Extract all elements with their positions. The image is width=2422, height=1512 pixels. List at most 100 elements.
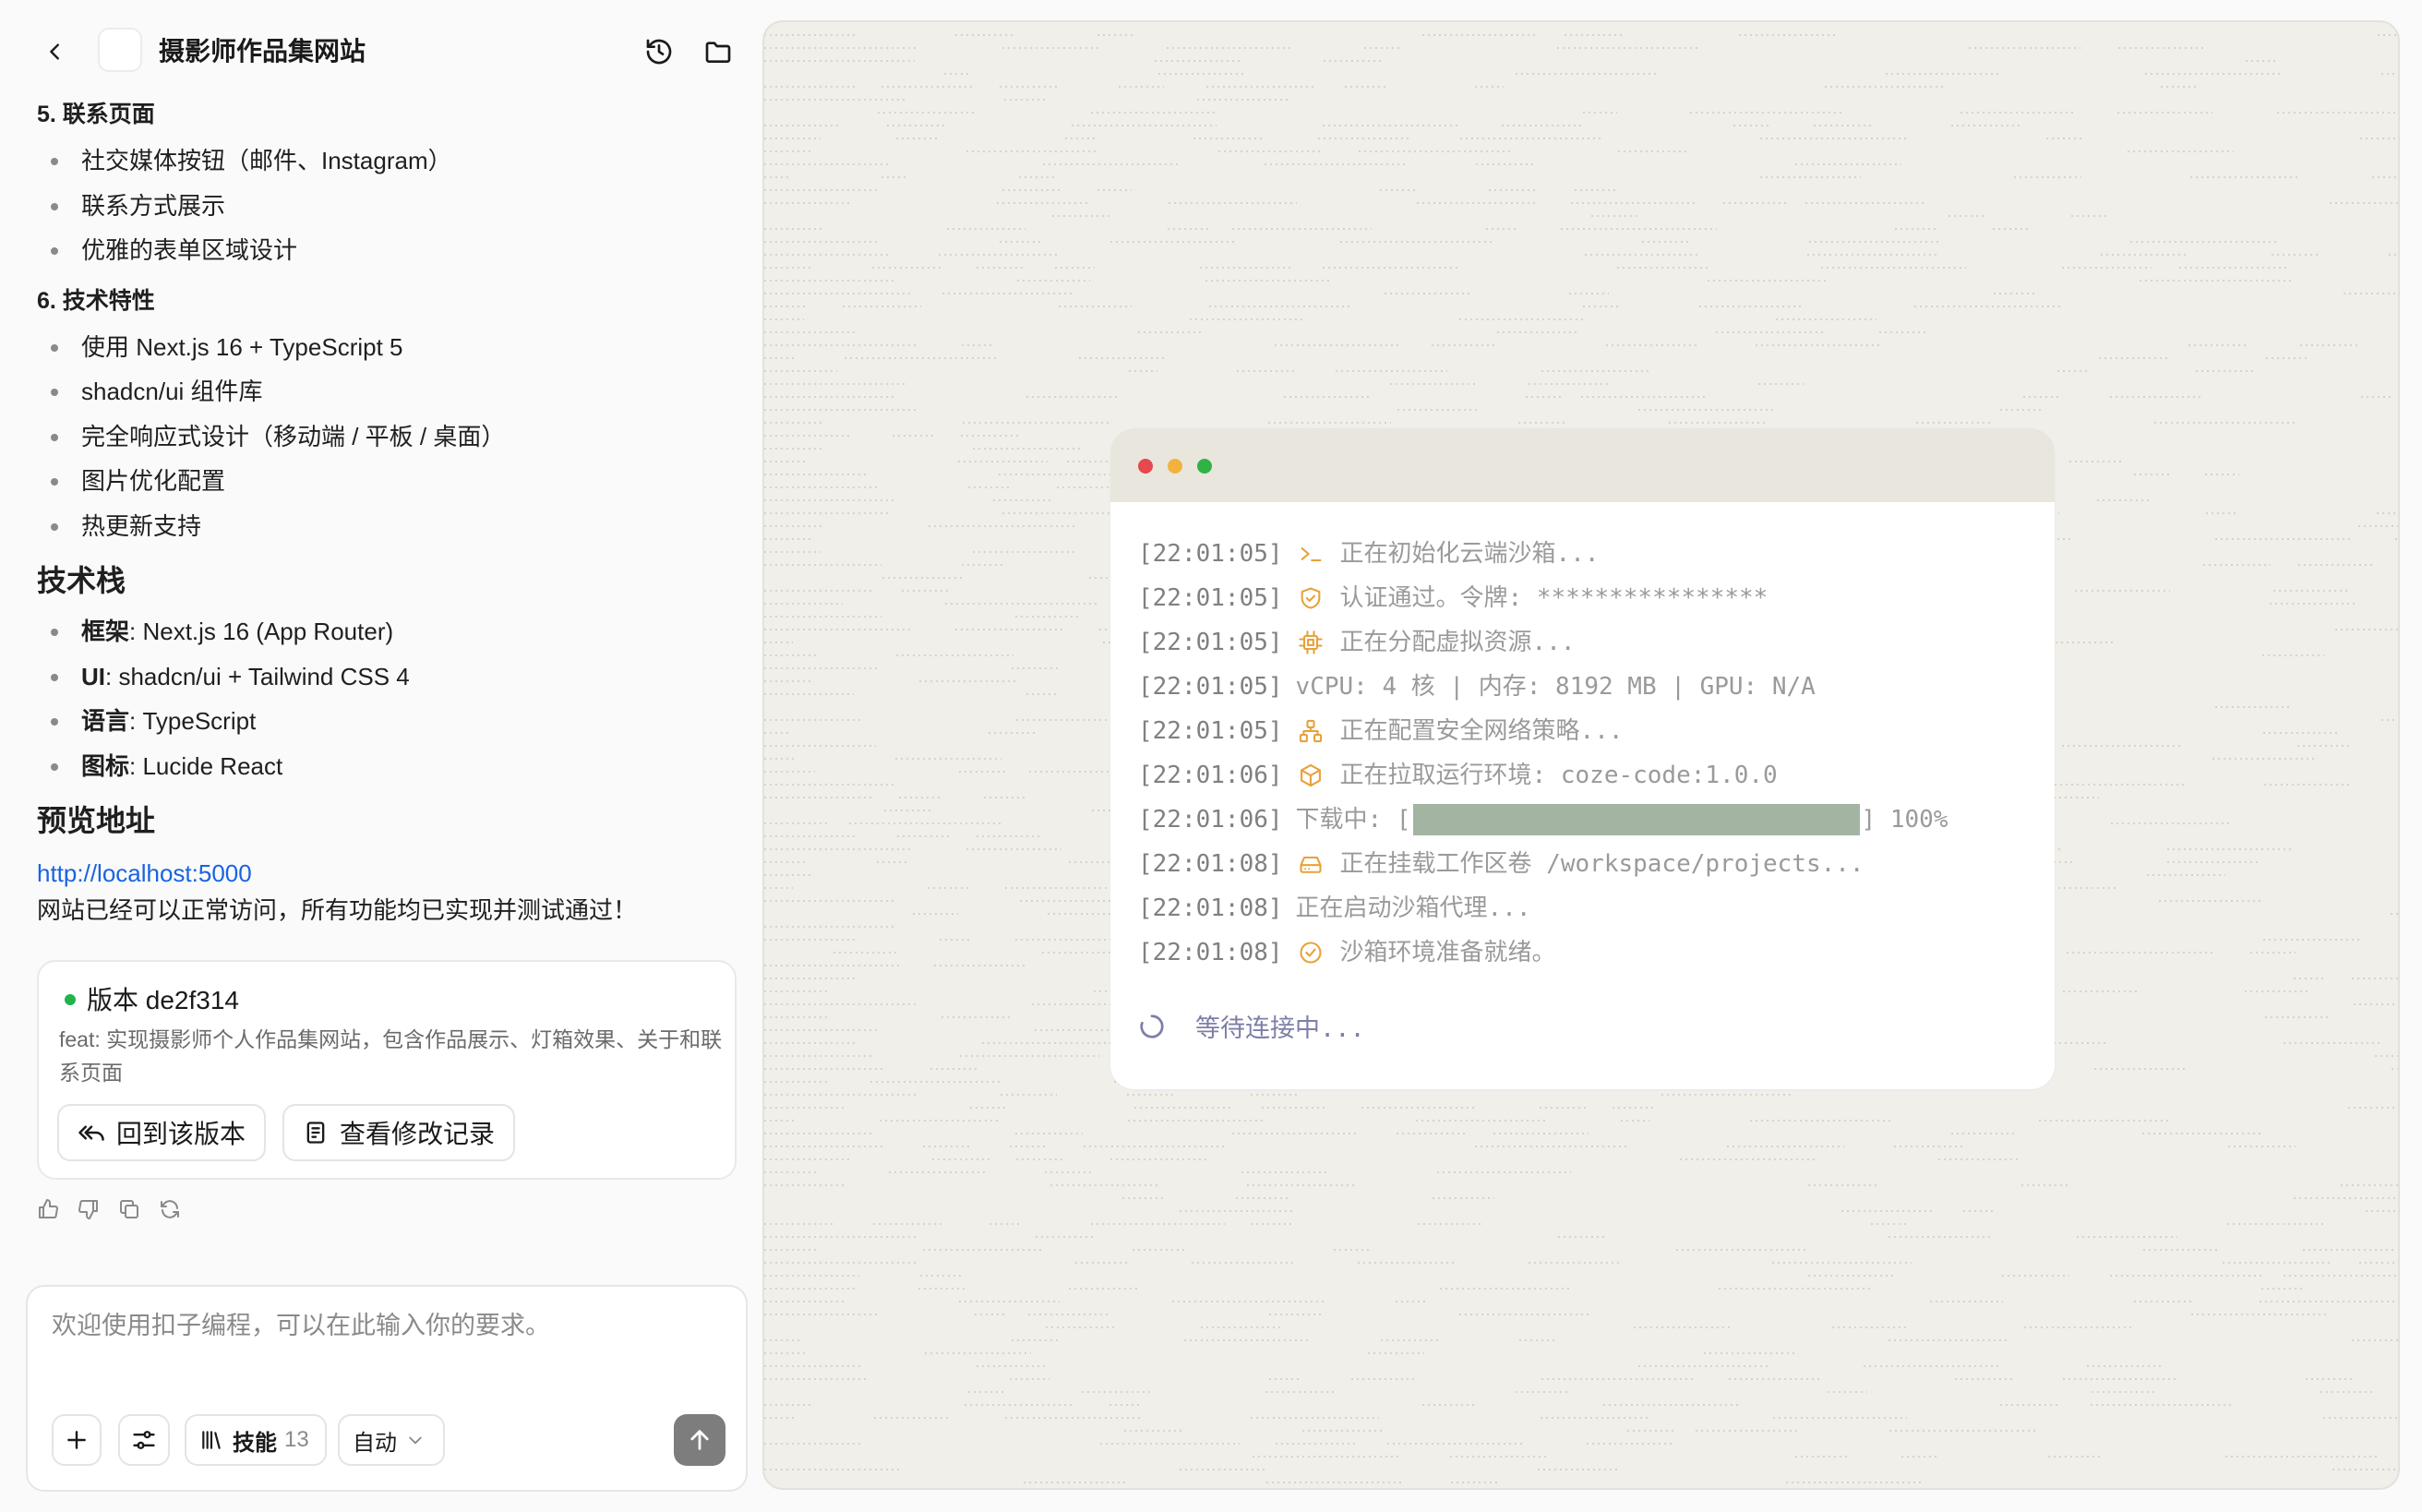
terminal-icon — [1296, 539, 1325, 569]
history-icon — [646, 39, 672, 65]
message-input[interactable] — [50, 1303, 718, 1372]
version-title: 版本 de2f314 — [65, 982, 239, 1019]
log-timestamp: [22:01:05] — [1138, 540, 1283, 568]
log-timestamp: [22:01:05] — [1138, 584, 1283, 612]
restore-version-label: 回到该版本 — [116, 1120, 246, 1148]
back-button[interactable] — [37, 33, 74, 70]
close-dot — [1138, 459, 1153, 474]
settings-button[interactable] — [118, 1414, 170, 1466]
skills-button[interactable]: 技能 13 — [185, 1414, 327, 1466]
document-icon — [306, 1122, 325, 1144]
item-value: : Next.js 16 (App Router) — [129, 618, 394, 645]
chat-message: 5. 联系页面 社交媒体按钮（邮件、Instagram） 联系方式展示 优雅的表… — [37, 96, 738, 929]
skills-count: 13 — [284, 1427, 309, 1452]
preview-link[interactable]: http://localhost:5000 — [37, 855, 738, 892]
restore-version-button[interactable]: 回到该版本 — [57, 1104, 267, 1161]
message-actions — [37, 1198, 181, 1220]
thumbs-down-icon — [78, 1200, 98, 1219]
version-description: feat: 实现摄影师个人作品集网站，包含作品展示、灯箱效果、关于和联系页面 — [59, 1027, 723, 1085]
copy-button[interactable] — [118, 1198, 140, 1220]
plus-icon — [67, 1431, 86, 1449]
item-key: 框架 — [81, 618, 130, 645]
list-item: 社交媒体按钮（邮件、Instagram） — [37, 138, 738, 184]
view-changes-button[interactable]: 查看修改记录 — [282, 1104, 516, 1161]
section-heading: 6. 技术特性 — [37, 287, 155, 314]
terminal-titlebar — [1110, 428, 2055, 502]
cpu-icon — [1296, 628, 1325, 657]
add-button[interactable] — [52, 1414, 102, 1466]
log-message: 沙箱环境准备就绪。 — [1339, 939, 1556, 966]
list-item: 图片优化配置 — [37, 459, 738, 504]
log-line: [22:01:08] 正在启动沙箱代理... — [1138, 886, 1948, 930]
hard-drive-icon — [1296, 849, 1325, 879]
arrow-up-icon — [690, 1430, 709, 1450]
log-message: 正在拉取运行环境: coze-code:1.0.0 — [1339, 762, 1778, 789]
status-dot — [65, 993, 76, 1005]
waiting-status: 等待连接中... — [1138, 1008, 1365, 1044]
preview-panel: [22:01:05] 正在初始化云端沙箱... [22:01:05] 认证通过。令牌:… — [762, 20, 2400, 1490]
project-title: 摄影师作品集网站 — [159, 37, 366, 66]
view-changes-label: 查看修改记录 — [340, 1120, 496, 1148]
sandbox-terminal: [22:01:05] 正在初始化云端沙箱... [22:01:05] 认证通过。令牌:… — [1110, 428, 2055, 1089]
contact-page-list: 社交媒体按钮（邮件、Instagram） 联系方式展示 优雅的表单区域设计 — [37, 138, 738, 273]
project-icon — [98, 28, 142, 72]
version-label: 版本 de2f314 — [87, 986, 239, 1014]
log-timestamp: [22:01:05] — [1138, 673, 1283, 701]
network-icon — [1296, 716, 1325, 746]
log-message: 下载中: [ — [1295, 806, 1411, 834]
log-message: 正在分配虚拟资源... — [1339, 629, 1576, 656]
chat-panel: 摄影师作品集网站 5. 联系页面 社交媒体按钮（邮件、Instagram） 联系… — [0, 0, 749, 1512]
loader-icon — [1140, 1014, 1164, 1038]
list-item: UI: shadcn/ui + Tailwind CSS 4 — [37, 654, 738, 700]
item-value: : TypeScript — [129, 707, 257, 735]
log-timestamp: [22:01:08] — [1138, 939, 1283, 966]
log-line: [22:01:08] 正在挂载工作区卷 /workspace/projects..… — [1138, 842, 1948, 886]
log-message: ] 100% — [1861, 806, 1948, 834]
shield-check-icon — [1296, 583, 1325, 613]
sliders-icon — [133, 1431, 155, 1449]
log-timestamp: [22:01:05] — [1138, 629, 1283, 656]
regenerate-button[interactable] — [159, 1198, 181, 1220]
log-line: [22:01:05] vCPU: 4 核 | 内存: 8192 MB | GPU:… — [1138, 665, 1948, 709]
folder-icon — [705, 42, 731, 63]
item-key: UI — [81, 662, 105, 690]
version-card: 版本 de2f314 feat: 实现摄影师个人作品集网站，包含作品展示、灯箱效… — [37, 960, 737, 1180]
chevron-down-icon — [409, 1436, 422, 1445]
mode-select[interactable]: 自动 — [338, 1414, 445, 1466]
tech-stack-heading: 技术栈 — [37, 564, 126, 597]
status-note: 网站已经可以正常访问，所有功能均已实现并测试通过！ — [37, 896, 638, 924]
list-item: 框架: Next.js 16 (App Router) — [37, 609, 738, 654]
log-line: [22:01:05] 认证通过。令牌: **************** — [1138, 576, 1948, 620]
send-button[interactable] — [674, 1414, 725, 1466]
list-item: 优雅的表单区域设计 — [37, 228, 738, 273]
chevron-left-icon — [50, 43, 59, 60]
item-value: : shadcn/ui + Tailwind CSS 4 — [105, 662, 410, 690]
download-progress-bar — [1412, 804, 1860, 835]
log-timestamp: [22:01:08] — [1138, 894, 1283, 922]
library-icon — [202, 1431, 221, 1449]
log-line: [22:01:06] 下载中: [] 100% — [1138, 798, 1948, 842]
list-item: shadcn/ui 组件库 — [37, 369, 738, 414]
log-message: 正在配置安全网络策略... — [1339, 717, 1624, 745]
log-line: [22:01:05] 正在初始化云端沙箱... — [1138, 532, 1948, 576]
log-message: 正在初始化云端沙箱... — [1339, 540, 1600, 568]
dislike-button[interactable] — [78, 1198, 100, 1220]
message-composer: 技能 13 自动 — [26, 1285, 748, 1492]
log-line: [22:01:06] 正在拉取运行环境: coze-code:1.0.0 — [1138, 753, 1948, 798]
tech-stack-list: 框架: Next.js 16 (App Router) UI: shadcn/u… — [37, 609, 738, 788]
log-line: [22:01:08] 沙箱环境准备就绪。 — [1138, 930, 1948, 975]
log-timestamp: [22:01:05] — [1138, 717, 1283, 745]
files-button[interactable] — [698, 31, 738, 72]
history-button[interactable] — [639, 31, 679, 72]
list-item: 完全响应式设计（移动端 / 平板 / 桌面） — [37, 414, 738, 460]
list-item: 热更新支持 — [37, 504, 738, 549]
log-message: 正在启动沙箱代理... — [1295, 894, 1531, 922]
preview-heading: 预览地址 — [37, 804, 156, 837]
package-icon — [1296, 761, 1325, 790]
tech-features-list: 使用 Next.js 16 + TypeScript 5 shadcn/ui 组… — [37, 325, 738, 549]
like-button[interactable] — [37, 1198, 59, 1220]
item-key: 语言 — [81, 707, 130, 735]
refresh-icon — [161, 1200, 179, 1218]
thumbs-up-icon — [39, 1199, 58, 1218]
waiting-text: 等待连接中... — [1195, 1014, 1365, 1043]
